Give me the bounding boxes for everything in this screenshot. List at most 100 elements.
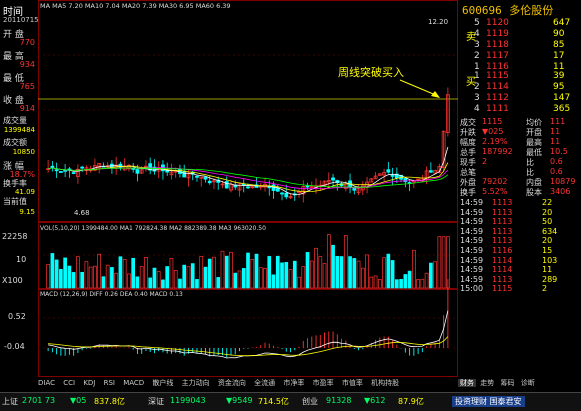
volume-bar (377, 279, 382, 289)
order-level: 2 (474, 51, 480, 61)
volume-bar (93, 265, 97, 289)
tick-volume: 289 (542, 274, 558, 284)
volume-bar (67, 265, 72, 289)
close-value: 914 (19, 104, 35, 113)
order-volume: 85 (553, 40, 565, 50)
indicator-tab[interactable]: RSI (104, 379, 115, 387)
tick-price: 1113 (492, 236, 513, 246)
sell-order-row: 2 1117 17 (458, 51, 581, 62)
indicator-tab[interactable]: 市值率 (342, 379, 363, 387)
chart-area[interactable]: 周线突破买入 MA MA5 7.20 MA10 7.04 MA20 7.39 M… (2, 0, 458, 388)
volume-bar (420, 278, 425, 289)
volume-bar (76, 256, 80, 289)
candle-body (390, 174, 395, 177)
sh-amount: 837.8亿 (94, 397, 125, 406)
indicator-tab[interactable]: KDJ (83, 379, 95, 387)
stat-value: 2.19% (482, 137, 508, 146)
tick-price: 1114 (492, 265, 513, 275)
volume-bar (203, 266, 208, 289)
price-high-label: 12.20 (428, 18, 448, 26)
volume-bar (424, 272, 429, 289)
volume-bar (395, 279, 399, 289)
stat-value: 3406 (550, 187, 571, 196)
stat-value: 2 (482, 157, 488, 166)
volume-bar (258, 267, 263, 289)
indicator-tab[interactable]: 市净率 (283, 379, 304, 387)
market-status-bar: 上证 2701 73 ▼05 837.8亿 深证 1199043 ▼9549 7… (0, 392, 581, 411)
volume-bar (326, 234, 331, 289)
order-volume: 147 (553, 93, 571, 103)
chart-canvas[interactable]: 周线突破买入 MA MA5 7.20 MA10 7.04 MA20 7.39 M… (2, 0, 458, 385)
indicator-tab[interactable]: 资金流向 (218, 379, 246, 387)
order-price: 1111 (486, 104, 509, 114)
annotation-arrow-line (399, 79, 439, 97)
cy-amount: 87.9亿 (398, 397, 424, 406)
tick-price: 1116 (492, 246, 513, 255)
tick-time: 14:59 (460, 274, 484, 284)
indicator-tab[interactable]: 散户线 (152, 379, 173, 387)
buy-order-row: 4 1111 365 (458, 104, 581, 115)
tab-trend[interactable]: 走势 (478, 379, 496, 387)
tick-time: 14:59 (460, 207, 484, 217)
indicator-tab[interactable]: 全流通 (254, 379, 275, 387)
order-price: 1118 (486, 40, 509, 50)
volume-bar (386, 253, 391, 289)
candle-body (203, 176, 208, 180)
volume-bar (63, 257, 67, 289)
sell-order-row: 3 1118 85 (458, 40, 581, 51)
indicator-tab[interactable]: 市盈率 (313, 379, 334, 387)
order-price: 1114 (486, 82, 509, 92)
tick-volume: 22 (542, 198, 553, 207)
volume-bar (220, 250, 225, 289)
order-volume: 95 (553, 82, 565, 92)
sz-change: ▼9549 (226, 396, 253, 405)
volume-bar (114, 272, 119, 289)
tab-chips[interactable]: 筹码 (498, 379, 516, 387)
order-level: 5 (474, 18, 480, 28)
order-price: 1117 (486, 51, 509, 61)
candle-body (224, 181, 229, 189)
pe-label: 当前值 (3, 197, 27, 206)
tab-diagnose[interactable]: 诊断 (519, 379, 537, 387)
candle-body (71, 172, 76, 174)
stat-value: 0.6 (550, 157, 563, 166)
tab-finance[interactable]: 财务 (458, 379, 476, 387)
volume-bar (356, 260, 361, 289)
kline-title: MA MA5 7.20 MA10 7.04 MA20 7.39 MA30 6.9… (40, 2, 231, 10)
volume-bar (54, 259, 59, 289)
indicator-tab[interactable]: DIAC (38, 379, 55, 387)
tick-price: 1113 (492, 217, 513, 227)
volume-bar (178, 278, 182, 289)
order-level: 1 (474, 71, 480, 81)
indicator-tab[interactable]: 机构持股 (371, 379, 399, 387)
pe-value: 9.15 (19, 208, 35, 216)
date-value: 20110715 (3, 16, 39, 24)
order-volume: 17 (553, 51, 565, 61)
sz-index: 1199043 (170, 396, 206, 405)
news-ticker[interactable]: 投资理财 国泰君安 (452, 396, 525, 407)
tick-volume: 11 (542, 265, 553, 275)
volume-bar (207, 258, 212, 289)
indicator-tab[interactable]: MACD (123, 379, 144, 387)
stock-code: 600696 (462, 4, 502, 17)
tick-time: 14:59 (460, 265, 484, 275)
tick-time: 14:59 (460, 255, 484, 265)
macd-title: MACD (12,26,9) DIFF 0.26 DEA 0.40 MACD 0… (40, 291, 183, 298)
volume-bar (343, 235, 348, 289)
volume-bar (382, 257, 386, 289)
cy-index: 91328 (326, 396, 352, 405)
order-volume: 647 (553, 18, 571, 28)
volume-bar (131, 257, 136, 289)
volume-bar (399, 279, 403, 289)
sell-order-row: 5 1120 647 (458, 18, 581, 29)
volume-bar (403, 274, 408, 289)
volume-bar (263, 268, 267, 289)
volume-bar (152, 267, 157, 289)
indicator-tab[interactable]: CCI (63, 379, 75, 387)
volume-bar (71, 272, 76, 289)
stat-value: ▼025 (482, 127, 504, 136)
tick-time: 14:59 (460, 236, 484, 246)
indicator-tab[interactable]: 主力动向 (182, 379, 210, 387)
stock-header: 600696 多伦股份 (462, 2, 553, 18)
volume-bar (110, 267, 114, 289)
